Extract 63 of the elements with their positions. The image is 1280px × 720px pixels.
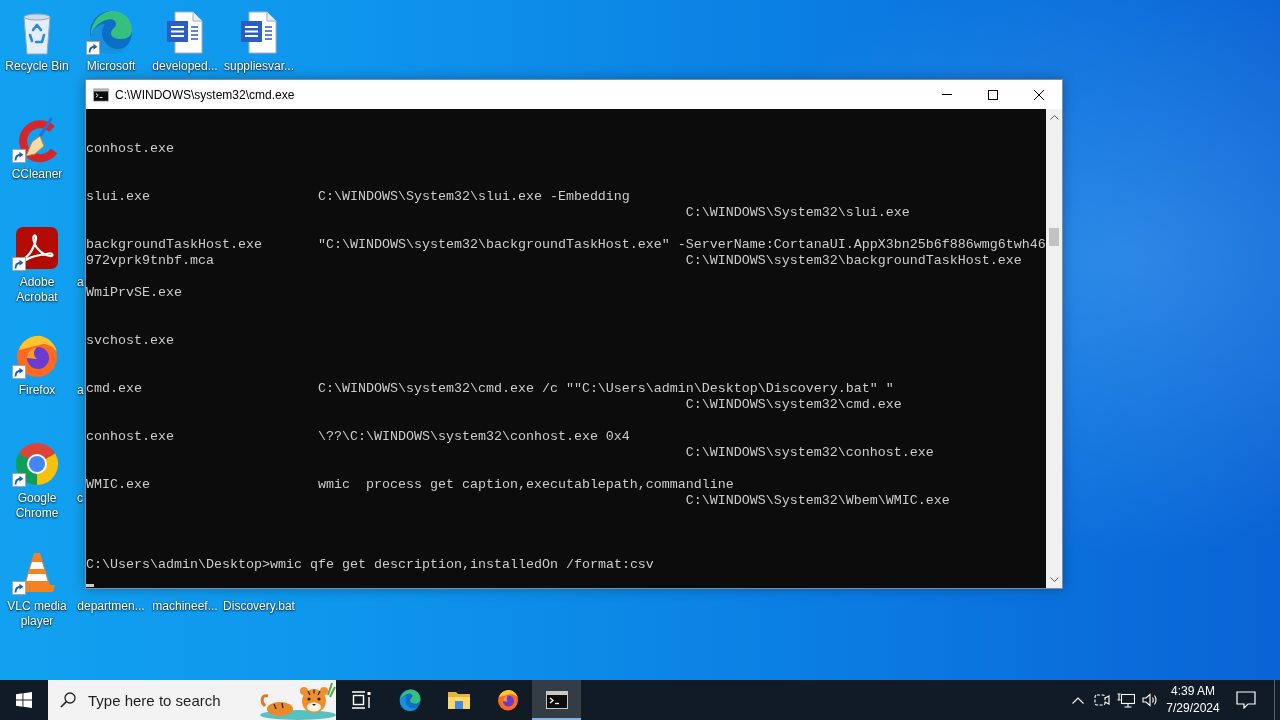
icon-label[interactable]: suppliesvar... [223, 59, 294, 74]
command-line: wmic process get caption,executablepath,commandline [317, 477, 734, 493]
browser-icon [495, 688, 520, 712]
clock-date[interactable]: 7/29/2024 [1166, 700, 1220, 717]
icon-label[interactable]: developed... [152, 59, 218, 74]
command-prompt: C:\Users\admin\Desktop>wmic qfe get description,installedOn /format:csv [86, 557, 654, 573]
process-name: svchost.exe [86, 333, 174, 349]
caret-down-icon[interactable] [1049, 577, 1059, 582]
command-line: \??\C:\WINDOWS\system32\conhost.exe 0x4 [317, 429, 630, 445]
folder-icon [446, 690, 471, 710]
icon-label[interactable]: machineef... [152, 599, 218, 614]
icon-label[interactable]: Firefox [18, 383, 56, 398]
command-line: C:\WINDOWS\system32\cmd.exe /c ""C:\Users\admin\Desktop\Discovery.bat" " [317, 381, 894, 397]
icon-label[interactable]: Adobe Acrobat [0, 275, 74, 305]
executable-path: C:\WINDOWS\System32\Wbem\WMIC.exe [685, 493, 950, 509]
close-icon [1034, 89, 1044, 100]
icon-label[interactable]: a [77, 275, 84, 290]
icon-label[interactable]: CCleaner [11, 167, 63, 182]
command-line: "C:\WINDOWS\system32\backgroundTaskHost.exe" -ServerName:CortanaUI.AppX3bn25b6f886wmg6twh46 [317, 237, 1046, 253]
window-title: C:\WINDOWS\system32\cmd.exe [115, 87, 295, 102]
text-cursor [86, 584, 94, 587]
executable-path: C:\WINDOWS\system32\conhost.exe [685, 445, 934, 461]
icon-label[interactable]: Discovery.bat [223, 599, 295, 614]
network-icon[interactable] [1117, 692, 1135, 708]
command-line: C:\WINDOWS\System32\slui.exe -Embedding [317, 189, 630, 205]
process-name: slui.exe [86, 189, 150, 205]
process-name: conhost.exe [86, 429, 174, 445]
process-name: cmd.exe [86, 381, 142, 397]
browser-icon[interactable] [13, 440, 61, 488]
process-name: conhost.exe [86, 141, 174, 157]
notification-icon[interactable] [1236, 691, 1256, 709]
terminal-icon [544, 691, 569, 709]
windows-logo-icon [16, 692, 32, 708]
icon-label[interactable]: c [77, 491, 83, 506]
icon-label[interactable]: Microsoft [86, 59, 136, 74]
pdf-icon[interactable] [13, 224, 61, 272]
minimize-icon [942, 94, 952, 95]
browser-icon[interactable] [87, 8, 135, 56]
volume-icon[interactable] [1142, 693, 1158, 707]
scrollbar-thumb[interactable] [1049, 228, 1059, 246]
icon-label[interactable]: Recycle Bin [5, 59, 69, 74]
camera-icon[interactable] [1094, 693, 1110, 707]
clock-time[interactable]: 4:39 AM [1171, 683, 1215, 700]
icon-label[interactable]: VLC media player [0, 599, 74, 629]
icon-label[interactable]: departmen... [77, 599, 145, 614]
executable-path: C:\WINDOWS\system32\backgroundTaskHost.exe [685, 253, 1022, 269]
executable-path: C:\WINDOWS\System32\slui.exe [685, 205, 910, 221]
caret-up-icon[interactable] [1049, 115, 1059, 120]
process-name: backgroundTaskHost.exe [86, 237, 262, 253]
process-name: WMIC.exe [86, 477, 150, 493]
executable-path: C:\WINDOWS\system32\cmd.exe [685, 397, 902, 413]
chevron-up-icon[interactable] [1072, 696, 1084, 704]
taskbar-button[interactable] [532, 680, 581, 720]
scrollbar[interactable] [1046, 109, 1062, 588]
maximize-icon [988, 89, 998, 100]
icon-label[interactable]: Google Chrome [0, 491, 74, 521]
icon-label[interactable]: a [77, 383, 84, 398]
browser-icon [397, 688, 422, 712]
task-view-icon [350, 691, 371, 709]
command-line: 972vprk9tnbf.mca [86, 253, 214, 269]
process-name: WmiPrvSE.exe [86, 285, 182, 301]
search-icon [60, 692, 76, 708]
terminal-icon [93, 87, 109, 102]
